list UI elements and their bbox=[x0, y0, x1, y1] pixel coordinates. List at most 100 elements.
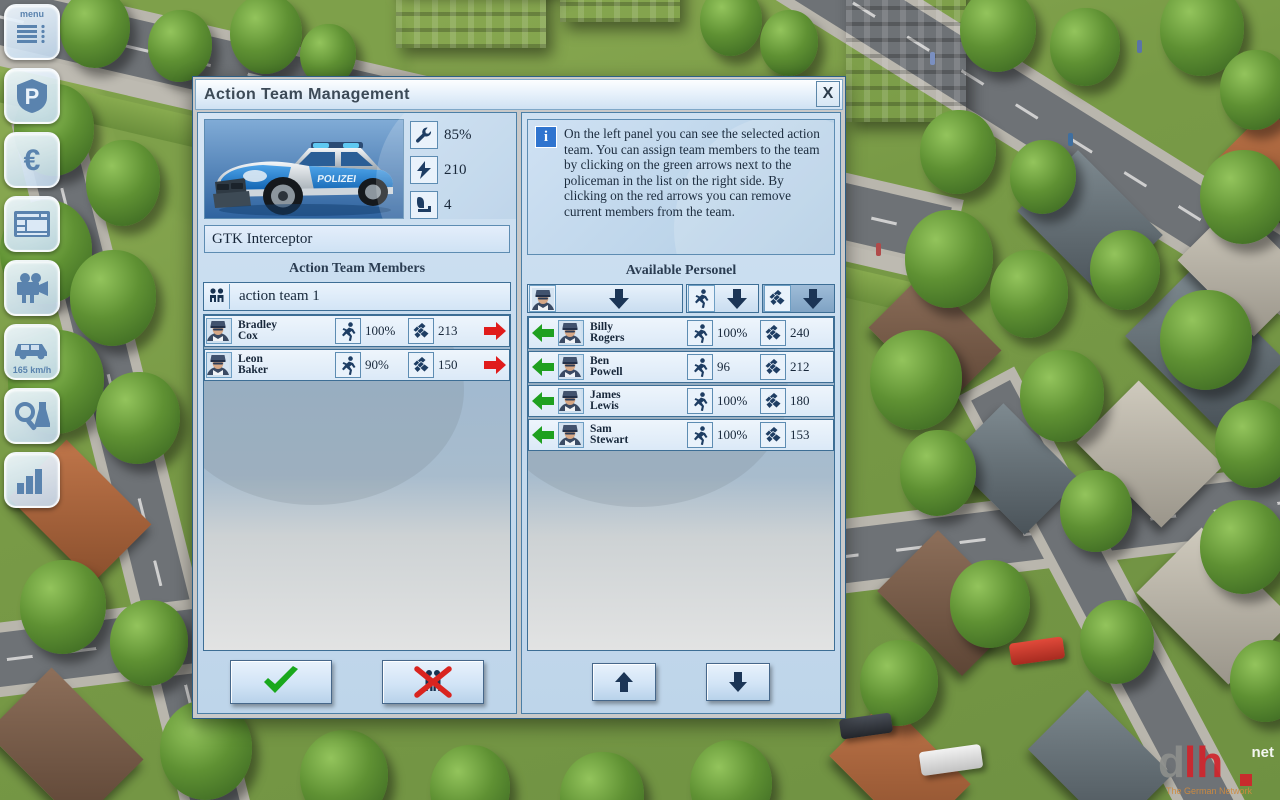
policeman-portrait-icon bbox=[558, 422, 584, 448]
table-row[interactable]: Leon Baker 90% 150 bbox=[204, 349, 510, 381]
tree bbox=[900, 430, 976, 516]
stat-power-value: 210 bbox=[444, 161, 467, 178]
personnel-last-name: Stewart bbox=[590, 434, 629, 446]
remove-member-button[interactable] bbox=[481, 318, 509, 344]
add-member-button[interactable] bbox=[529, 422, 557, 448]
close-button[interactable]: X bbox=[816, 81, 840, 107]
policeman-portrait-icon bbox=[558, 388, 584, 414]
confirm-button[interactable] bbox=[230, 660, 332, 704]
runner-icon bbox=[693, 391, 707, 411]
available-personnel-header: Available Personel bbox=[625, 263, 737, 278]
tree bbox=[760, 10, 818, 76]
policeman-portrait-icon bbox=[558, 354, 584, 380]
remove-arrow-icon bbox=[484, 356, 506, 374]
available-personnel-panel: i On the left panel you can see the sele… bbox=[521, 112, 841, 714]
info-box: i On the left panel you can see the sele… bbox=[527, 119, 835, 255]
sort-by-strength-button[interactable] bbox=[761, 284, 835, 313]
car-icon bbox=[15, 344, 47, 360]
police-badge-icon: P bbox=[17, 79, 47, 113]
tree bbox=[1020, 350, 1104, 442]
add-member-button[interactable] bbox=[529, 388, 557, 414]
scroll-down-button[interactable] bbox=[706, 663, 770, 701]
tree bbox=[1160, 290, 1252, 390]
tree bbox=[1220, 50, 1280, 130]
member-stamina-value: 100% bbox=[365, 323, 396, 338]
main-toolbar: menu P € 165 km/h bbox=[4, 4, 60, 508]
policeman-portrait-icon bbox=[531, 287, 554, 310]
scroll-up-button[interactable] bbox=[592, 663, 656, 701]
police-button[interactable]: P bbox=[4, 68, 60, 124]
finances-button[interactable]: € bbox=[4, 132, 60, 188]
remove-member-button[interactable] bbox=[481, 352, 509, 378]
fist-icon bbox=[412, 321, 430, 339]
sort-header bbox=[527, 284, 835, 313]
personnel-stamina: 100% bbox=[687, 320, 760, 346]
personnel-strength: 180 bbox=[760, 388, 833, 414]
down-arrow-icon bbox=[726, 288, 747, 309]
building-tower-1 bbox=[396, 0, 546, 48]
menu-icon bbox=[17, 24, 45, 43]
vehicles-button[interactable]: 165 km/h bbox=[4, 324, 60, 380]
menu-button[interactable]: menu bbox=[4, 4, 60, 60]
personnel-strength-value: 212 bbox=[790, 359, 810, 374]
add-member-button[interactable] bbox=[529, 354, 557, 380]
tree bbox=[1200, 500, 1280, 594]
fist-icon bbox=[763, 285, 791, 312]
tree bbox=[1215, 400, 1280, 488]
svg-text:POLIZEI: POLIZEI bbox=[316, 174, 357, 185]
fist-icon bbox=[412, 355, 430, 373]
info-icon: i bbox=[535, 126, 557, 148]
table-row[interactable]: Ben Powell 96 212 bbox=[528, 351, 834, 383]
stat-condition: 85% bbox=[410, 121, 472, 149]
policeman-portrait-icon bbox=[207, 319, 229, 341]
runner-icon bbox=[687, 388, 713, 414]
member-stamina: 100% bbox=[335, 318, 408, 344]
pedestrian bbox=[1137, 40, 1142, 53]
member-strength: 213 bbox=[408, 318, 481, 344]
svg-text:P: P bbox=[25, 84, 40, 109]
runner-icon bbox=[693, 323, 707, 343]
disband-team-button[interactable] bbox=[382, 660, 484, 704]
camera-button[interactable] bbox=[4, 260, 60, 316]
personnel-strength: 240 bbox=[760, 320, 833, 346]
research-button[interactable] bbox=[4, 388, 60, 444]
remove-arrow-icon bbox=[484, 322, 506, 340]
table-row[interactable]: Bradley Cox 100% 213 bbox=[204, 315, 510, 347]
fist-icon bbox=[408, 352, 434, 378]
right-button-bar bbox=[522, 651, 840, 713]
sort-by-stamina-button[interactable] bbox=[685, 284, 759, 313]
dlh-net-watermark: d lh net The German Network bbox=[1158, 738, 1276, 796]
personnel-stamina: 100% bbox=[687, 388, 760, 414]
stat-seats: 4 bbox=[410, 191, 472, 219]
table-row[interactable]: James Lewis 100% 180 bbox=[528, 385, 834, 417]
watermark-dot bbox=[1240, 774, 1252, 786]
dialog-body: POLIZEI 85% 210 4 GTK Interceptor Action… bbox=[193, 112, 845, 718]
fist-icon bbox=[768, 289, 786, 307]
personnel-name: Billy Rogers bbox=[585, 321, 687, 345]
tree bbox=[1010, 140, 1076, 214]
tree bbox=[148, 10, 212, 82]
watermark-tagline: The German Network bbox=[1166, 786, 1253, 796]
down-arrow-icon bbox=[802, 288, 823, 309]
table-row[interactable]: Sam Stewart 100% 153 bbox=[528, 419, 834, 451]
info-text: On the left panel you can see the select… bbox=[564, 126, 820, 219]
personnel-last-name: Lewis bbox=[590, 400, 619, 412]
personnel-strength-value: 240 bbox=[790, 325, 810, 340]
newspaper-button[interactable] bbox=[4, 196, 60, 252]
sort-by-name-button[interactable] bbox=[527, 284, 683, 313]
personnel-strength: 212 bbox=[760, 354, 833, 380]
svg-text:€: € bbox=[24, 144, 41, 177]
tree bbox=[70, 250, 156, 346]
add-arrow-icon bbox=[532, 426, 554, 444]
down-arrow-icon bbox=[716, 288, 758, 310]
add-member-button[interactable] bbox=[529, 320, 557, 346]
statistics-button[interactable] bbox=[4, 452, 60, 508]
down-arrow-icon bbox=[609, 288, 630, 309]
tree bbox=[86, 140, 160, 226]
newspaper-icon bbox=[14, 211, 50, 237]
table-row[interactable]: Billy Rogers 100% 240 bbox=[528, 317, 834, 349]
member-last-name: Cox bbox=[238, 330, 258, 342]
action-team-row[interactable]: action team 1 bbox=[203, 282, 511, 311]
lightning-icon bbox=[410, 156, 438, 184]
member-strength-value: 150 bbox=[438, 357, 458, 372]
